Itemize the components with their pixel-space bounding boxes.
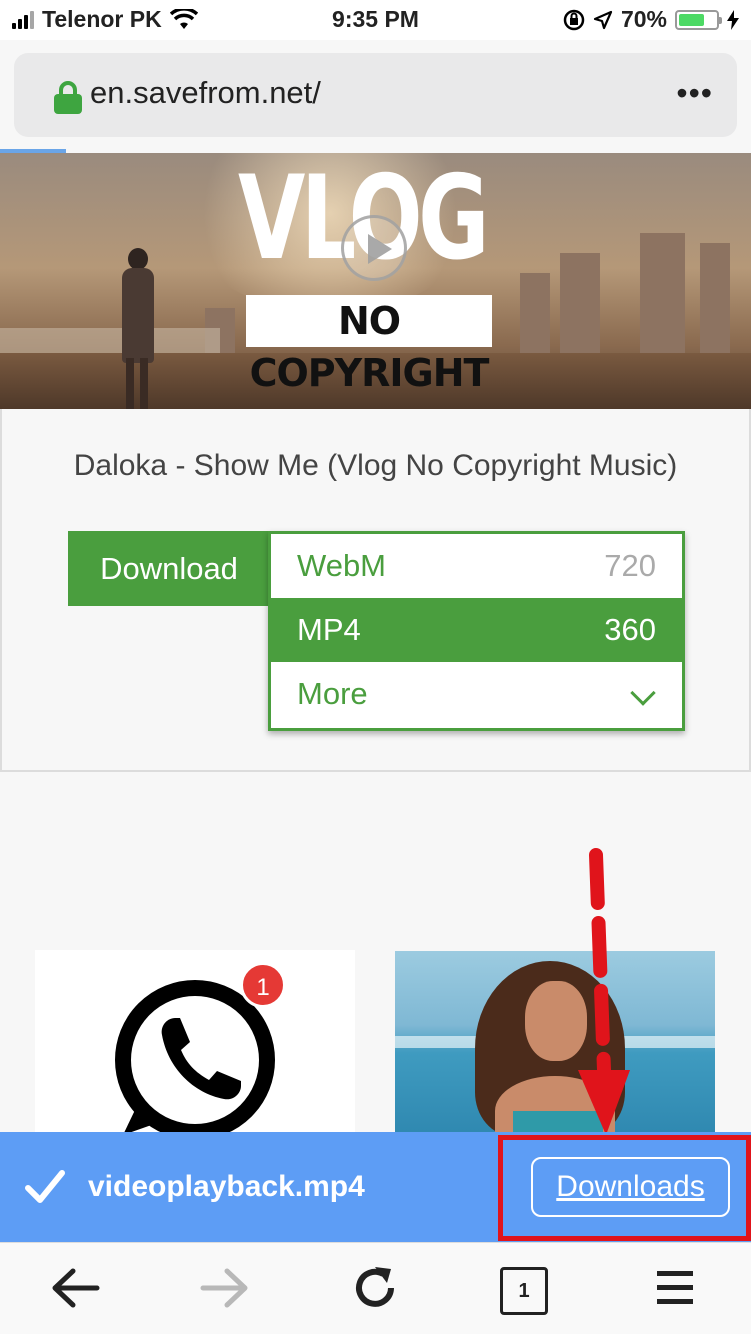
- browser-toolbar: 1: [0, 1242, 751, 1334]
- video-title: Daloka - Show Me (Vlog No Copyright Musi…: [73, 449, 678, 482]
- ad-whatsapp[interactable]: 1: [35, 950, 355, 1135]
- more-menu-icon[interactable]: •••: [676, 75, 713, 112]
- orientation-lock-icon: [563, 9, 585, 30]
- thumb-person: [118, 248, 158, 409]
- ad-photo[interactable]: [395, 951, 715, 1136]
- chevron-down-icon: [630, 680, 656, 706]
- charging-bolt-icon: [727, 9, 739, 30]
- notification-badge: 1: [240, 962, 286, 1008]
- format-label: WebM: [297, 548, 387, 583]
- location-icon: [593, 10, 613, 29]
- thumb-subtitle: NO COPYRIGHT: [246, 295, 492, 395]
- lock-icon: [54, 81, 82, 114]
- forward-arrow-icon[interactable]: [195, 1263, 255, 1313]
- download-card: Daloka - Show Me (Vlog No Copyright Musi…: [0, 409, 751, 772]
- quality-label: 720: [604, 548, 656, 583]
- format-option-more[interactable]: More: [271, 662, 682, 726]
- play-icon[interactable]: [341, 215, 407, 281]
- url-bar[interactable]: en.savefrom.net/ •••: [14, 53, 737, 137]
- format-option-webm[interactable]: WebM 720: [271, 534, 682, 598]
- format-label: MP4: [297, 612, 361, 647]
- reload-icon[interactable]: [345, 1263, 405, 1313]
- downloaded-filename: videoplayback.mp4: [88, 1170, 365, 1203]
- battery-percent: 70%: [620, 6, 667, 32]
- status-bar: Telenor PK 9:35 PM 70%: [0, 0, 751, 40]
- downloads-button[interactable]: Downloads: [531, 1157, 730, 1217]
- format-option-mp4[interactable]: MP4 360: [271, 598, 682, 662]
- quality-label: 360: [604, 612, 656, 647]
- download-complete-bar: videoplayback.mp4 Downloads: [0, 1132, 751, 1242]
- menu-icon[interactable]: [645, 1263, 705, 1313]
- annotation-arrow-icon: [578, 848, 630, 1135]
- download-button[interactable]: Download: [68, 531, 270, 606]
- status-right: 70%: [563, 6, 739, 33]
- whatsapp-icon: [115, 980, 275, 1135]
- format-label: More: [297, 676, 368, 711]
- checkmark-icon: [25, 1170, 65, 1203]
- battery-icon: [675, 9, 722, 30]
- back-arrow-icon[interactable]: [45, 1263, 105, 1313]
- format-dropdown: WebM 720 MP4 360 More: [268, 531, 685, 731]
- url-text[interactable]: en.savefrom.net/: [90, 75, 321, 111]
- tabs-button[interactable]: 1: [500, 1267, 548, 1315]
- video-thumbnail[interactable]: VLOG NO COPYRIGHT: [0, 153, 751, 409]
